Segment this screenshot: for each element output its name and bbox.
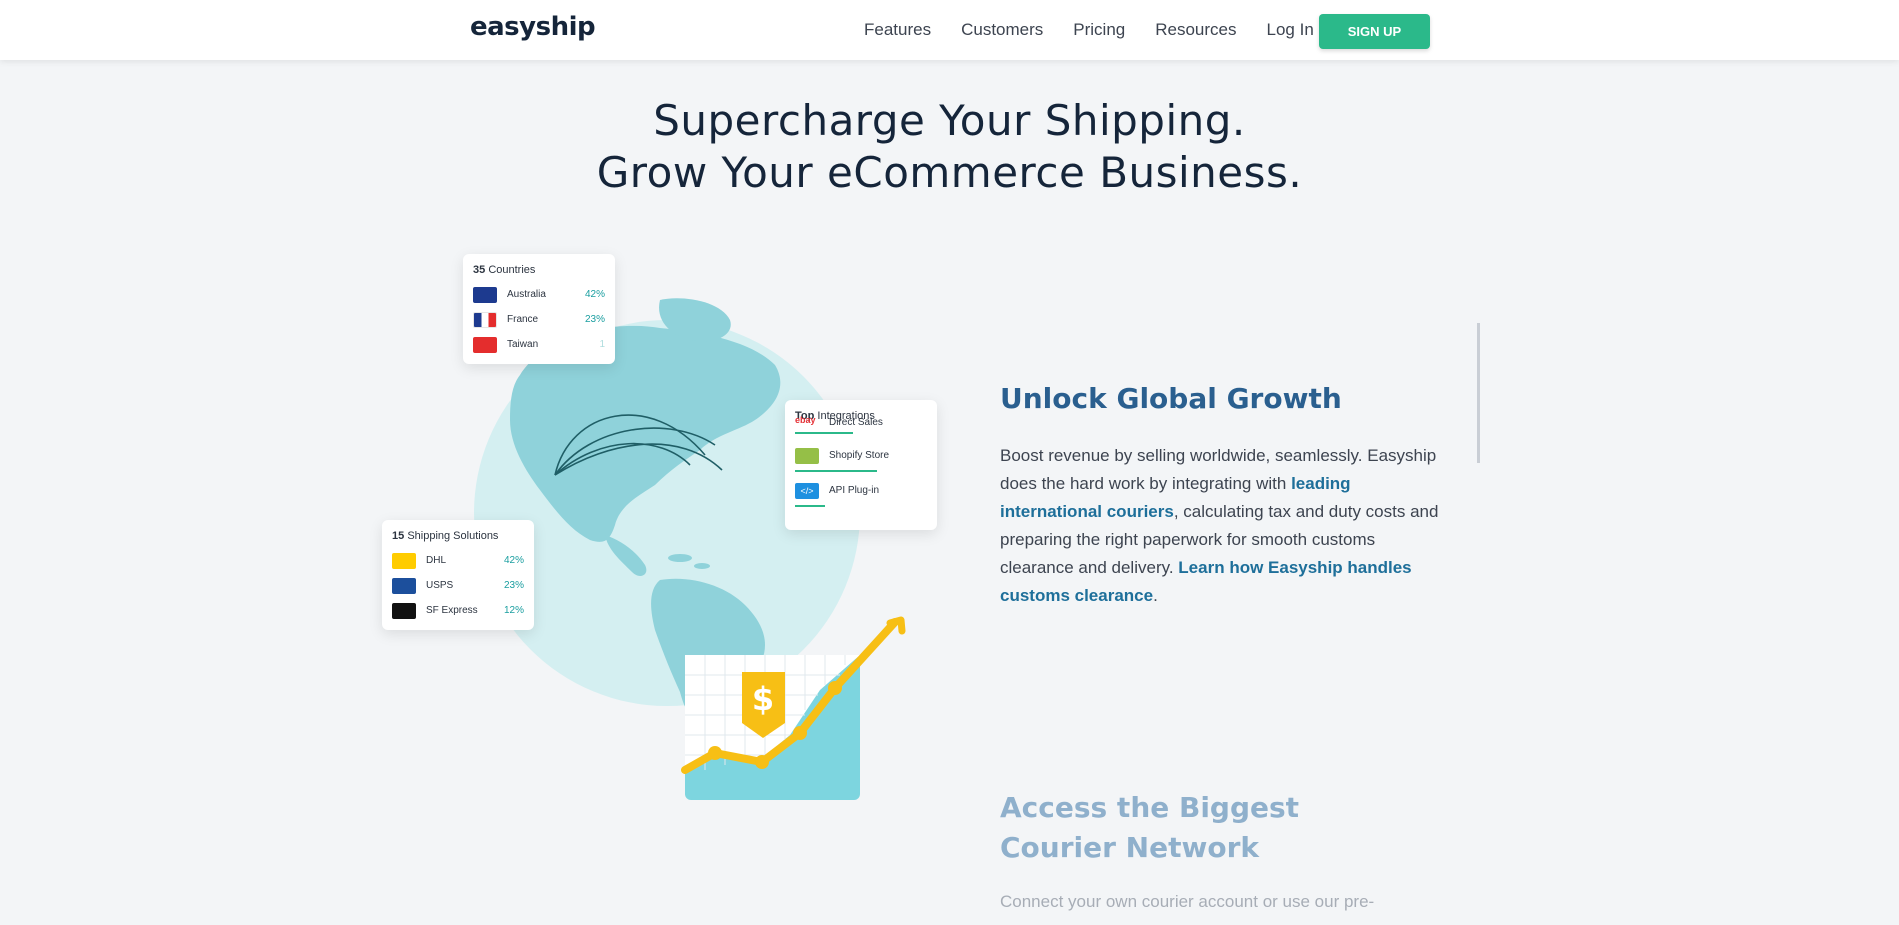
hero-title-line-1: Supercharge Your Shipping. [653, 96, 1246, 145]
dollar-symbol: $ [752, 680, 774, 718]
caribbean-island [668, 554, 692, 562]
ebay-icon: ebay [795, 414, 816, 425]
section-heading-global-growth: Unlock Global Growth [1000, 382, 1342, 415]
country-row: France 23% [473, 307, 605, 332]
country-percent: 23% [584, 314, 605, 325]
countries-card-title: 35 Countries [473, 264, 605, 276]
growth-point [793, 726, 807, 740]
dhl-logo-icon [392, 552, 416, 569]
integration-name: Shopify Store [829, 450, 890, 461]
section-paragraph-global-growth: Boost revenue by selling worldwide, seam… [1000, 442, 1440, 610]
global-growth-illustration: $ 35 Countries Australia 42% France 23% … [370, 240, 970, 820]
top-navigation-bar: easyship Features Customers Pricing Reso… [0, 0, 1899, 60]
country-percent: 1 [599, 339, 605, 350]
countries-count: 35 [473, 264, 486, 276]
paragraph-text: . [1153, 586, 1158, 605]
shopify-icon [795, 447, 819, 464]
easyship-logo[interactable]: easyship [470, 12, 596, 42]
hero-title-line-2: Grow Your eCommerce Business. [596, 148, 1303, 197]
courier-row: DHL 42% [392, 548, 524, 573]
integration-row-api: </> API Plug-in [795, 478, 927, 503]
courier-name: DHL [426, 555, 447, 566]
solutions-card-title: 15 Shipping Solutions [392, 530, 524, 542]
caribbean-island [694, 563, 710, 569]
shipping-solutions-card: 15 Shipping Solutions DHL 42% USPS 23% S… [382, 520, 534, 630]
section-heading-courier-network: Access the Biggest Courier Network [1000, 791, 1300, 864]
nav-resources[interactable]: Resources [1155, 20, 1236, 40]
nav-login[interactable]: Log In [1267, 20, 1314, 40]
countries-label: Countries [488, 264, 536, 276]
integration-name: Direct Sales [829, 417, 883, 428]
courier-percent: 23% [503, 580, 524, 591]
country-row: Taiwan 1 [473, 332, 605, 357]
growth-point [755, 755, 769, 769]
logo-text: easyship [470, 12, 596, 42]
integration-bar [795, 470, 877, 472]
usps-logo-icon [392, 577, 416, 594]
api-code-icon: </> [795, 482, 819, 499]
courier-row: SF Express 12% [392, 598, 524, 623]
nav-customers[interactable]: Customers [961, 20, 1043, 40]
integration-name: API Plug-in [829, 485, 880, 496]
countries-card: 35 Countries Australia 42% France 23% Ta… [463, 254, 615, 364]
courier-percent: 12% [503, 605, 524, 616]
country-percent: 42% [584, 289, 605, 300]
taiwan-flag-icon [473, 336, 497, 353]
courier-row: USPS 23% [392, 573, 524, 598]
nav-features[interactable]: Features [864, 20, 931, 40]
courier-name: USPS [426, 580, 454, 591]
country-name: Taiwan [507, 339, 539, 350]
main-nav: Features Customers Pricing Resources Log… [864, 0, 1334, 60]
integrations-card: Top Integrations ebay Direct Sales Shopi… [785, 400, 937, 530]
section-scroll-indicator [1477, 323, 1480, 463]
nav-pricing[interactable]: Pricing [1073, 20, 1125, 40]
growth-point [828, 681, 842, 695]
country-name: Australia [507, 289, 546, 300]
australia-flag-icon [473, 286, 497, 303]
section-paragraph-courier-network: Connect your own courier account or use … [1000, 892, 1375, 911]
growth-point [708, 746, 722, 760]
solutions-label: Shipping Solutions [407, 530, 499, 542]
integration-row-shopify: Shopify Store [795, 443, 927, 468]
signup-button[interactable]: SIGN UP [1319, 14, 1430, 49]
hero-title: Supercharge Your Shipping. Grow Your eCo… [0, 95, 1899, 199]
paragraph-text: Boost revenue by selling worldwide, seam… [1000, 446, 1437, 493]
country-row: Australia 42% [473, 282, 605, 307]
courier-name: SF Express [426, 605, 478, 616]
courier-percent: 42% [503, 555, 524, 566]
country-name: France [507, 314, 539, 325]
solutions-count: 15 [392, 530, 405, 542]
france-flag-icon [473, 311, 497, 328]
sf-express-logo-icon [392, 602, 416, 619]
integration-bar [795, 505, 825, 507]
